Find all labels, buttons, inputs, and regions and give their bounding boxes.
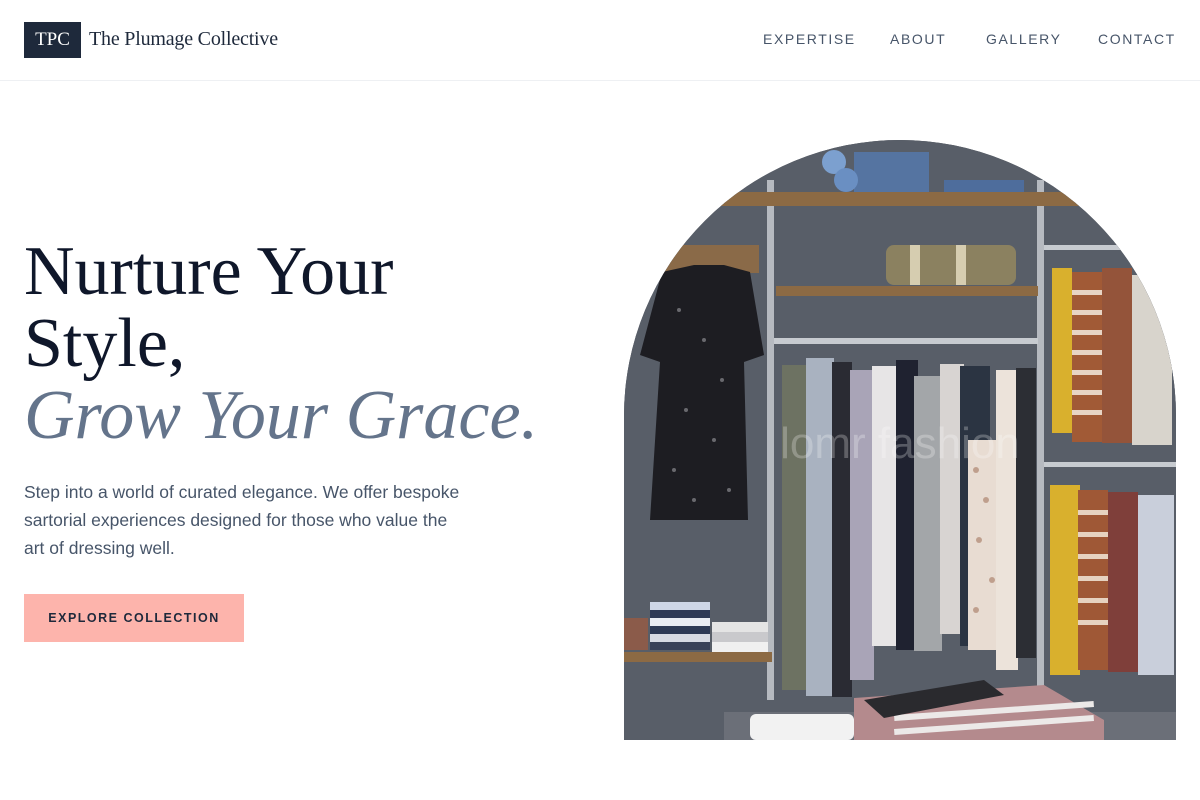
headline-accent: Grow Your Grace. (24, 377, 539, 454)
hero-image-arch: lomr fashion (624, 140, 1176, 740)
logo-mark[interactable]: TPC (24, 22, 81, 58)
site-header: TPC The Plumage Collective EXPERTISE ABO… (0, 0, 1200, 81)
headline-line-1: Nurture Your (24, 233, 394, 310)
explore-collection-button[interactable]: EXPLORE COLLECTION (24, 594, 244, 642)
boutique-rack-illustration: lomr fashion (624, 140, 1176, 740)
nav-link-expertise[interactable]: EXPERTISE (763, 31, 856, 47)
nav-link-about[interactable]: ABOUT (890, 31, 946, 47)
hero-headline: Nurture Your Style, Grow Your Grace. (24, 236, 584, 452)
nav-link-gallery[interactable]: GALLERY (986, 31, 1062, 47)
nav-link-contact[interactable]: CONTACT (1098, 31, 1176, 47)
headline-line-2: Style, (24, 305, 186, 382)
brand-name[interactable]: The Plumage Collective (89, 28, 278, 51)
hero-description: Step into a world of curated elegance. W… (24, 482, 460, 558)
image-watermark: lomr fashion (780, 419, 1020, 468)
